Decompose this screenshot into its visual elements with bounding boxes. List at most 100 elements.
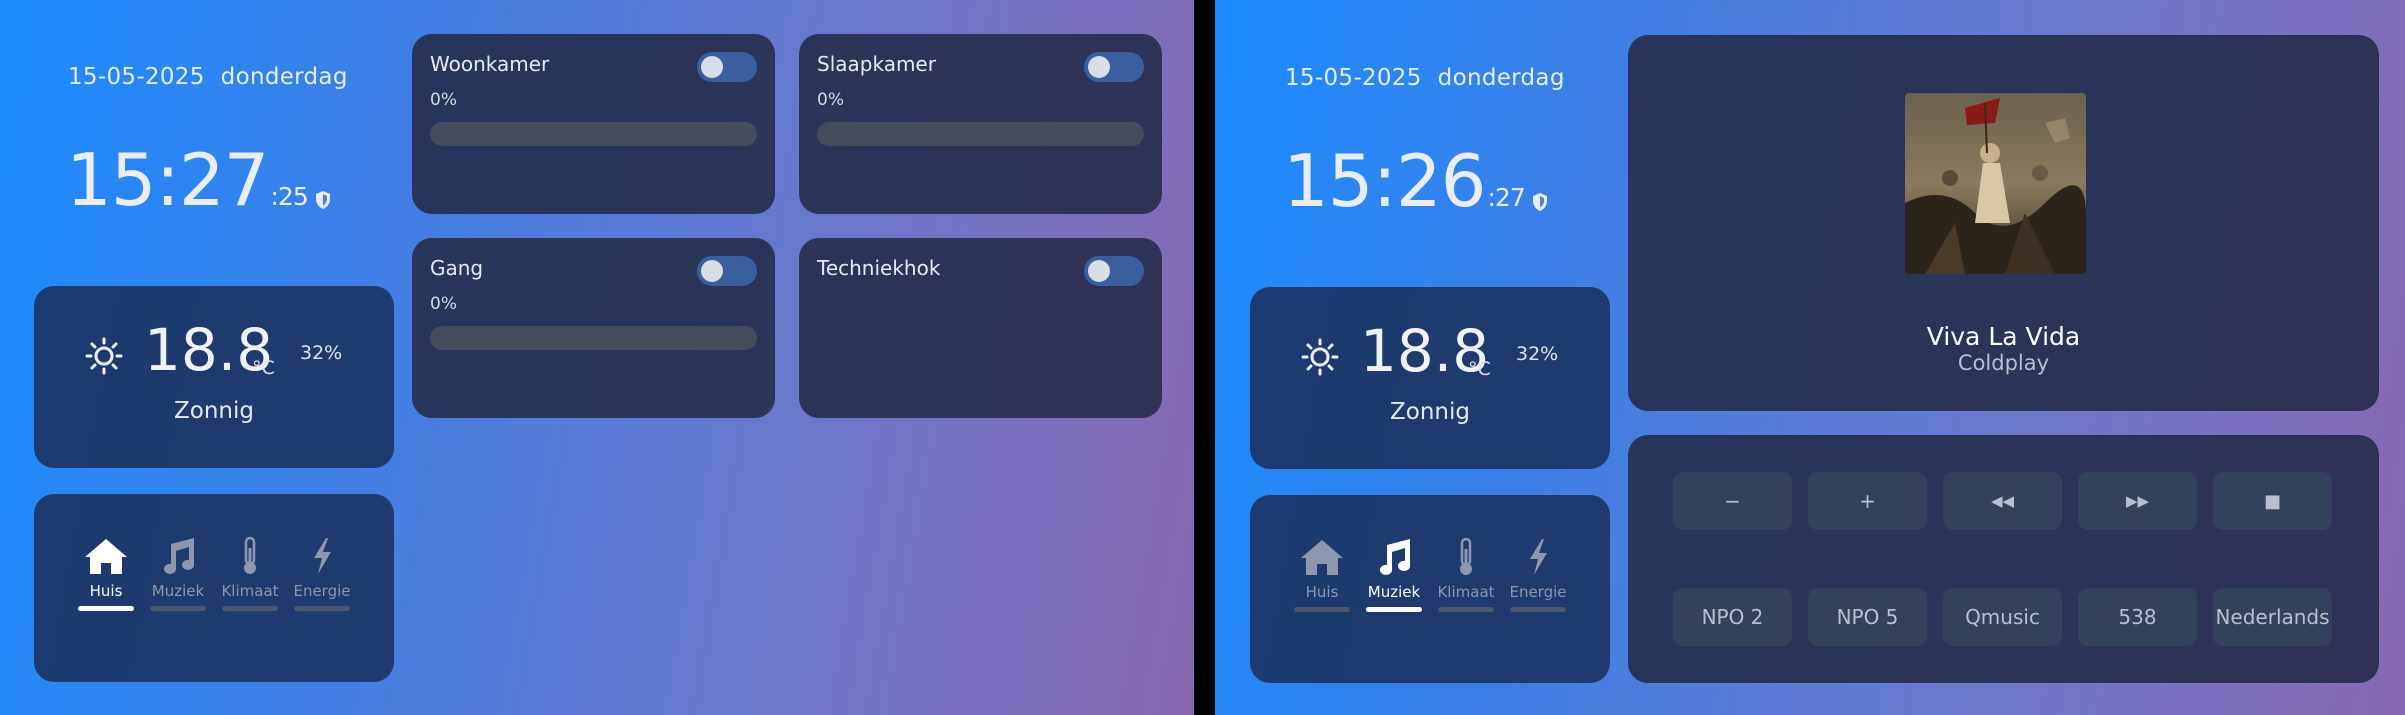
rewind-button[interactable]: ◀◀ <box>1943 472 2062 530</box>
date-display: 15-05-2025 donderdag <box>68 64 348 90</box>
nav-item-huis[interactable]: Huis <box>1290 537 1354 612</box>
sun-icon <box>85 337 123 375</box>
dimmer-slider[interactable] <box>817 122 1144 146</box>
room-name: Slaapkamer <box>817 52 936 76</box>
nav-item-muziek[interactable]: Muziek <box>1362 537 1426 612</box>
shield-icon <box>1533 193 1547 211</box>
thermometer-icon <box>244 536 256 574</box>
station-button-nederlands[interactable]: Nederlands <box>2213 588 2332 646</box>
music-note-icon <box>164 538 194 574</box>
dashboard-home-screen: 15-05-2025 donderdag 15:27:25 18.8 °C 32%… <box>0 0 1194 715</box>
nav-indicator <box>222 606 278 611</box>
lightning-icon <box>1530 539 1547 575</box>
nav-label: Energie <box>1509 583 1567 601</box>
stop-icon: ■ <box>2263 490 2281 512</box>
room-toggle[interactable] <box>1084 256 1144 286</box>
volume-down-icon: − <box>1724 489 1741 513</box>
station-label: NPO 5 <box>1836 605 1899 629</box>
room-name: Techniekhok <box>817 256 941 280</box>
nav-label: Muziek <box>151 582 205 600</box>
shield-icon <box>316 191 330 209</box>
nav-item-klimaat[interactable]: Klimaat <box>1434 537 1498 612</box>
music-controls-card: − + ◀◀ ▶▶ ■ NPO 2 NPO 5 Qmusic 538 Neder… <box>1628 435 2379 683</box>
now-playing-card: Viva La Vida Coldplay <box>1628 35 2379 411</box>
toggle-knob <box>1088 56 1110 78</box>
nav-label: Huis <box>89 582 123 600</box>
nav-item-huis[interactable]: Huis <box>74 536 138 611</box>
room-percent: 0% <box>430 90 457 110</box>
station-label: Qmusic <box>1965 605 2040 629</box>
weather-card: 18.8 °C 32% Zonnig <box>1250 287 1610 469</box>
temperature-unit: °C <box>252 357 275 379</box>
nav-indicator <box>1294 607 1350 612</box>
station-button-npo5[interactable]: NPO 5 <box>1808 588 1927 646</box>
nav-item-muziek[interactable]: Muziek <box>146 536 210 611</box>
nav-item-energie[interactable]: Energie <box>1506 537 1570 612</box>
nav-indicator <box>294 606 350 611</box>
lightning-icon <box>314 538 331 574</box>
station-label: NPO 2 <box>1701 605 1764 629</box>
album-art[interactable] <box>1905 93 2086 274</box>
room-toggle[interactable] <box>697 52 757 82</box>
date-text: 15-05-2025 <box>68 64 205 90</box>
nav-bar: Huis Muziek Klimaat Energie <box>1250 495 1610 683</box>
room-percent: 0% <box>817 90 844 110</box>
nav-item-energie[interactable]: Energie <box>290 536 354 611</box>
clock-seconds: :27 <box>1487 183 1526 212</box>
clock: 15:26:27 <box>1283 145 1526 217</box>
thermometer-icon <box>1460 537 1472 575</box>
fast-forward-icon: ▶▶ <box>2125 492 2150 510</box>
toggle-knob <box>701 56 723 78</box>
house-icon <box>1301 540 1343 575</box>
house-icon <box>85 539 127 574</box>
music-note-icon <box>1380 539 1410 575</box>
date-display: 15-05-2025 donderdag <box>1285 65 1565 91</box>
weekday-text: donderdag <box>220 64 348 90</box>
volume-up-icon: + <box>1859 489 1876 513</box>
nav-bar: Huis Muziek Klimaat Energie <box>34 494 394 682</box>
fast-forward-button[interactable]: ▶▶ <box>2078 472 2197 530</box>
weekday-text: donderdag <box>1437 65 1565 91</box>
rewind-icon: ◀◀ <box>1990 492 2015 510</box>
room-name: Woonkamer <box>430 52 550 76</box>
station-label: Nederlands <box>2215 605 2330 629</box>
nav-indicator <box>1510 607 1566 612</box>
weather-condition: Zonnig <box>1390 399 1470 425</box>
stop-button[interactable]: ■ <box>2213 472 2332 530</box>
nav-indicator <box>1438 607 1494 612</box>
nav-indicator <box>78 606 134 611</box>
room-toggle[interactable] <box>1084 52 1144 82</box>
humidity-value: 32% <box>300 342 343 364</box>
station-button-qmusic[interactable]: Qmusic <box>1943 588 2062 646</box>
toggle-knob <box>1088 260 1110 282</box>
room-card-gang: Gang 0% <box>412 238 775 418</box>
date-text: 15-05-2025 <box>1285 65 1422 91</box>
clock-hours-minutes: 15:26 <box>1283 139 1486 223</box>
volume-down-button[interactable]: − <box>1673 472 1792 530</box>
track-title: Viva La Vida <box>1926 322 2081 351</box>
dimmer-slider[interactable] <box>430 122 757 146</box>
clock-hours-minutes: 15:27 <box>66 138 269 222</box>
clock: 15:27:25 <box>66 144 309 216</box>
nav-indicator <box>1366 607 1422 612</box>
nav-label: Huis <box>1305 583 1339 601</box>
nav-label: Klimaat <box>1437 583 1495 601</box>
track-artist: Coldplay <box>1957 351 2050 375</box>
nav-label: Energie <box>293 582 351 600</box>
station-label: 538 <box>2118 605 2157 629</box>
weather-card: 18.8 °C 32% Zonnig <box>34 286 394 468</box>
humidity-value: 32% <box>1516 343 1559 365</box>
station-button-538[interactable]: 538 <box>2078 588 2197 646</box>
volume-up-button[interactable]: + <box>1808 472 1927 530</box>
nav-label: Muziek <box>1367 583 1421 601</box>
nav-item-klimaat[interactable]: Klimaat <box>218 536 282 611</box>
room-card-slaapkamer: Slaapkamer 0% <box>799 34 1162 214</box>
temperature-unit: °C <box>1468 358 1491 380</box>
weather-condition: Zonnig <box>174 398 254 424</box>
room-card-woonkamer: Woonkamer 0% <box>412 34 775 214</box>
toggle-knob <box>701 260 723 282</box>
station-button-npo2[interactable]: NPO 2 <box>1673 588 1792 646</box>
room-name: Gang <box>430 256 484 280</box>
room-toggle[interactable] <box>697 256 757 286</box>
dimmer-slider[interactable] <box>430 326 757 350</box>
